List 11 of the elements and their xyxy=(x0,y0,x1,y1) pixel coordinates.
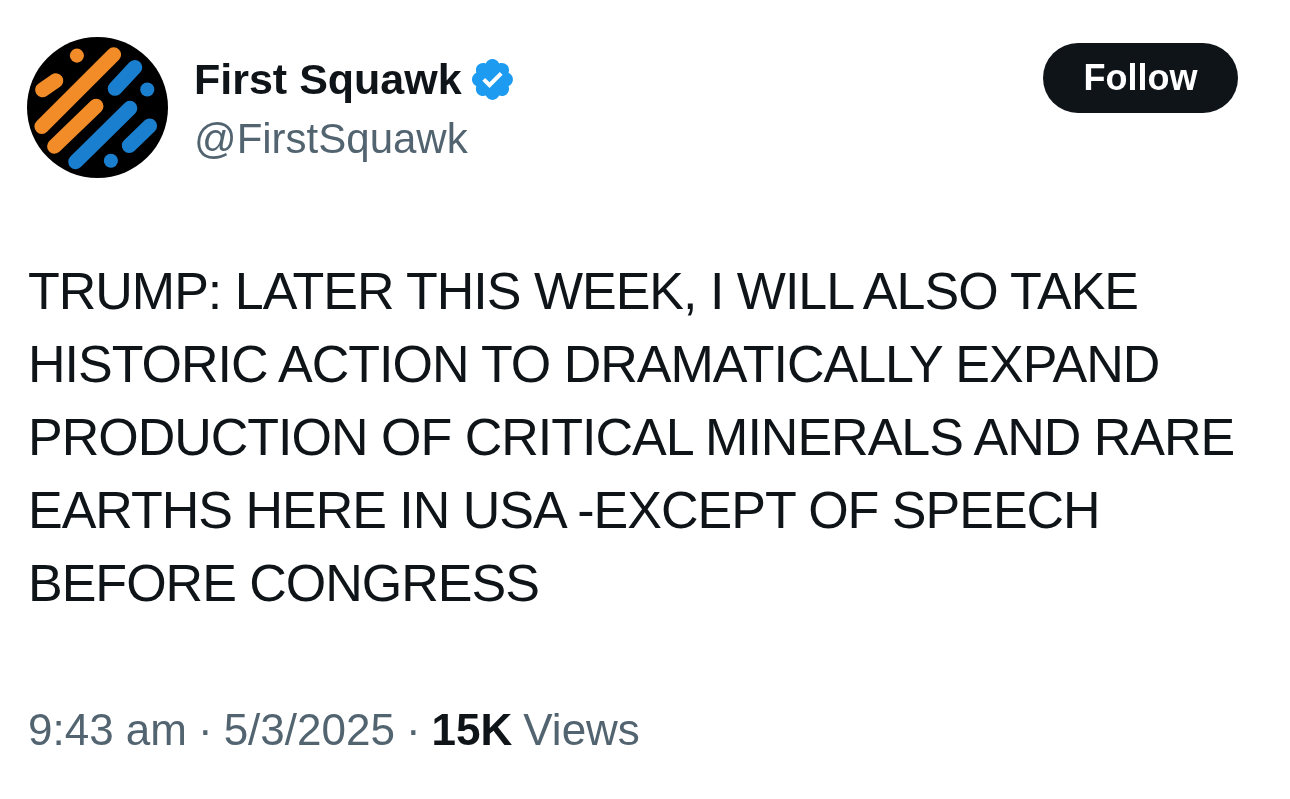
separator-dot: · xyxy=(405,704,421,756)
user-handle[interactable]: @FirstSquawk xyxy=(194,113,513,165)
separator-dot: · xyxy=(198,704,213,756)
views-label: Views xyxy=(523,704,640,756)
post-time[interactable]: 9:43 am xyxy=(28,704,187,756)
follow-button[interactable]: Follow xyxy=(1043,43,1238,113)
display-name[interactable]: First Squawk xyxy=(194,51,462,107)
view-count: 15K xyxy=(431,704,513,756)
post-text: TRUMP: LATER THIS WEEK, I WILL ALSO TAKE HISTORIC ACTION TO DRAMATICALLY EXPAND PRODUCTION OF CRITICAL MINERALS AND RARE EARTHS HERE IN USA -EXCEPT OF SPEECH BEFORE CONGRESS xyxy=(28,261,1236,614)
post-date[interactable]: 5/3/2025 xyxy=(223,704,395,756)
logo-avatar-icon xyxy=(27,37,168,178)
